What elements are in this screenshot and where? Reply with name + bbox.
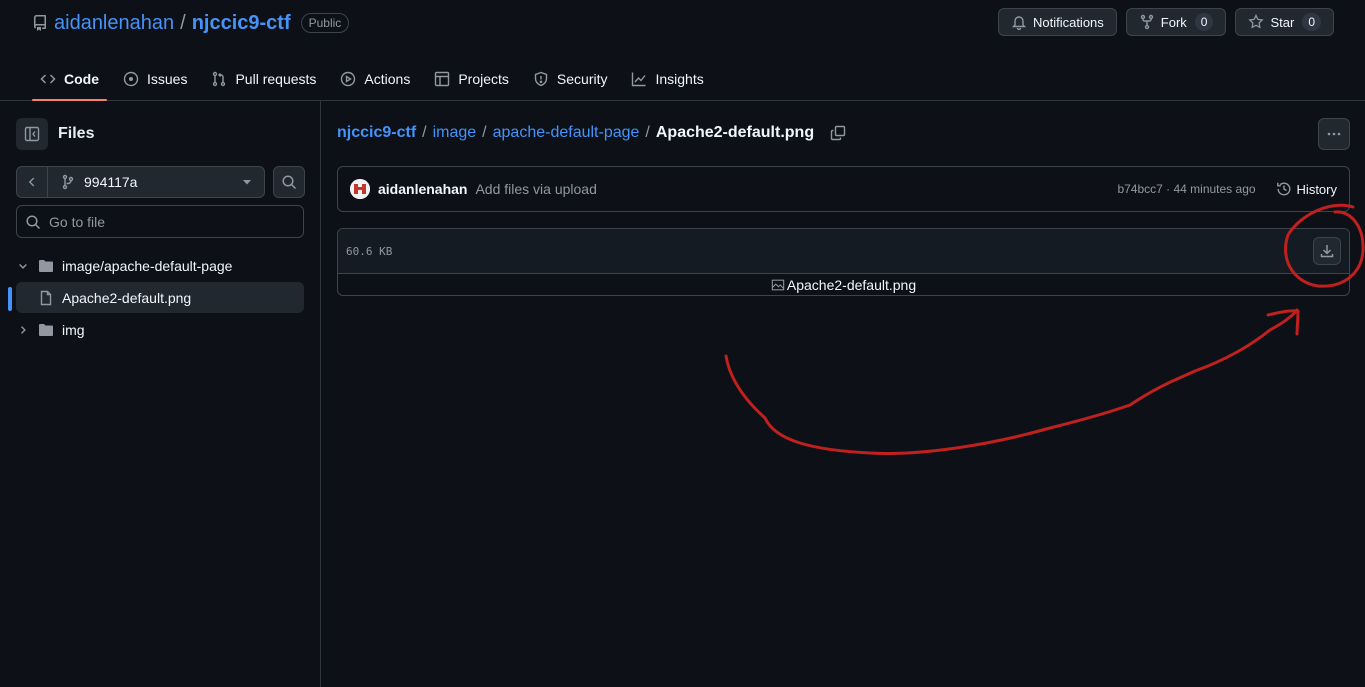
graph-icon [631, 71, 647, 87]
annotation-arrow-head [1266, 309, 1300, 336]
sidebar-collapse-icon [24, 126, 40, 142]
notifications-button[interactable]: Notifications [997, 8, 1117, 36]
kebab-horizontal-icon [1326, 126, 1342, 142]
caret-down-icon [242, 177, 252, 187]
go-to-file-field[interactable] [16, 205, 304, 238]
commit-author-link[interactable]: aidanlenahan [378, 181, 467, 197]
commit-message-link[interactable]: Add files via upload [475, 181, 596, 197]
breadcrumb-separator: / [422, 124, 427, 141]
chevron-right-icon [16, 324, 30, 336]
breadcrumb: njccic9-ctf / image / apache-default-pag… [337, 124, 846, 142]
tab-issues[interactable]: Issues [115, 56, 195, 101]
tab-actions-label: Actions [364, 70, 411, 87]
bell-icon [1011, 14, 1027, 30]
tab-pull-requests-label: Pull requests [235, 70, 317, 87]
folder-open-icon [38, 258, 54, 274]
fork-count: 0 [1194, 13, 1214, 31]
selected-indicator [8, 287, 12, 311]
copy-path-icon[interactable] [830, 125, 846, 141]
issue-icon [123, 71, 139, 87]
tree-file-apache2-default[interactable]: Apache2-default.png [16, 282, 304, 313]
tab-insights-label: Insights [655, 70, 704, 87]
fork-icon [1139, 14, 1155, 30]
go-to-file-input[interactable] [49, 213, 289, 230]
collapse-branch-button[interactable] [16, 166, 48, 198]
notifications-label: Notifications [1032, 14, 1104, 30]
tab-projects-label: Projects [458, 70, 509, 87]
star-button[interactable]: Star 0 [1235, 8, 1334, 36]
download-icon [1319, 243, 1335, 259]
file-size: 60.6 KB [346, 244, 393, 258]
repo-header: aidanlenahan / njccic9-ctf Public Notifi… [0, 0, 1365, 101]
search-icon [281, 174, 297, 190]
file-content-box: 60.6 KB Apache2-default.png [337, 228, 1350, 296]
tab-code-label: Code [64, 70, 99, 87]
star-count: 0 [1302, 13, 1321, 31]
image-alt-text: Apache2-default.png [786, 277, 917, 293]
image-preview: Apache2-default.png [338, 274, 1349, 295]
branch-name: 994117a [84, 174, 138, 190]
breadcrumb-apache-default-page-link[interactable]: apache-default-page [493, 124, 640, 142]
files-title: Files [58, 125, 95, 142]
history-icon [1276, 181, 1292, 197]
breadcrumb-current-file: Apache2-default.png [655, 124, 815, 141]
repo-name-link[interactable]: njccic9-ctf [192, 12, 291, 35]
play-icon [340, 71, 356, 87]
tab-pull-requests[interactable]: Pull requests [203, 56, 324, 101]
chevron-left-icon [25, 175, 39, 189]
tab-actions[interactable]: Actions [332, 56, 418, 101]
repo-nav-tabs: Code Issues Pull requests Actions Projec… [32, 56, 720, 101]
breadcrumb-separator: / [482, 124, 487, 141]
history-label: History [1296, 181, 1337, 197]
tab-security[interactable]: Security [525, 56, 616, 101]
repo-icon [32, 15, 48, 31]
history-button[interactable]: History [1276, 181, 1337, 197]
breadcrumb-image-link[interactable]: image [433, 124, 477, 142]
table-icon [434, 71, 450, 87]
tree-item-label: image/apache-default-page [62, 257, 233, 274]
shield-icon [533, 71, 549, 87]
file-tree-sidebar: Files 994117a Go to file image/apache-de… [0, 101, 321, 687]
latest-commit-bar: aidanlenahan Add files via upload b74bcc… [337, 166, 1350, 212]
tree-folder-img[interactable]: img [16, 314, 304, 345]
commit-hash-time[interactable]: b74bcc7 · 44 minutes ago [1117, 182, 1255, 196]
folder-icon [38, 322, 54, 338]
tab-code[interactable]: Code [32, 56, 107, 101]
tab-security-label: Security [556, 70, 608, 87]
collapse-sidebar-button[interactable] [16, 118, 48, 150]
fork-label: Fork [1160, 14, 1187, 30]
pull-request-icon [211, 71, 227, 87]
avatar[interactable] [350, 179, 370, 199]
star-label: Star [1270, 14, 1295, 30]
repo-title: aidanlenahan / njccic9-ctf Public [32, 10, 350, 36]
repo-title-separator: / [180, 11, 186, 34]
file-icon [38, 290, 54, 306]
branch-selector[interactable]: 994117a [48, 166, 265, 198]
repo-owner-link[interactable]: aidanlenahan [54, 12, 174, 35]
broken-image-icon [771, 278, 785, 292]
breadcrumb-repo-link[interactable]: njccic9-ctf [337, 124, 416, 142]
file-header: 60.6 KB [338, 229, 1349, 274]
tree-item-label: Apache2-default.png [62, 289, 192, 306]
tab-projects[interactable]: Projects [426, 56, 517, 101]
tab-insights[interactable]: Insights [623, 56, 711, 101]
branch-icon [60, 174, 76, 190]
visibility-badge: Public [300, 13, 350, 33]
chevron-down-icon [16, 260, 30, 272]
tab-issues-label: Issues [147, 70, 188, 87]
breadcrumb-separator: / [645, 124, 650, 141]
annotation-arrow-curve [724, 308, 1299, 455]
more-options-button[interactable] [1318, 118, 1350, 150]
star-icon [1248, 14, 1265, 30]
download-raw-button[interactable] [1313, 237, 1341, 265]
tree-item-label: img [62, 321, 85, 338]
tree-folder-apache-default-page[interactable]: image/apache-default-page [16, 250, 304, 281]
fork-button[interactable]: Fork 0 [1125, 8, 1227, 36]
search-icon [25, 214, 41, 230]
code-icon [40, 71, 56, 87]
search-files-button[interactable] [273, 166, 305, 198]
